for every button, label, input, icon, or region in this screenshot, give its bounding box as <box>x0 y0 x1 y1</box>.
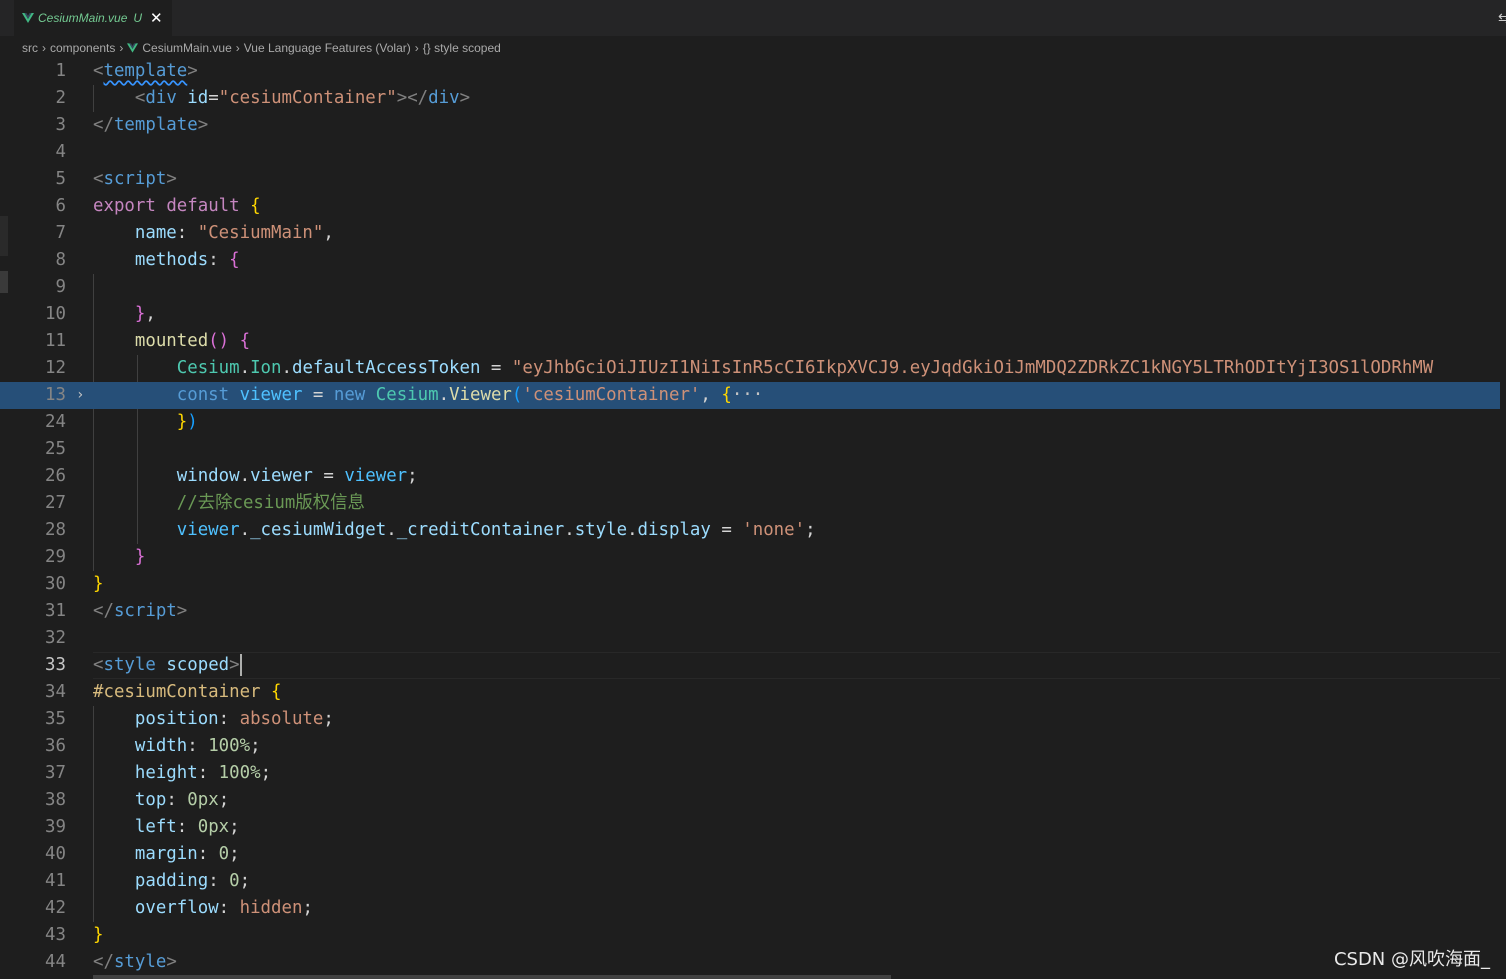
code-line[interactable]: 32 <box>0 625 1500 652</box>
split-editor-icon[interactable]: ⇆ <box>1498 10 1506 27</box>
code-line[interactable]: 41 padding: 0; <box>0 868 1500 895</box>
code-line[interactable]: 40 margin: 0; <box>0 841 1500 868</box>
code-line[interactable]: 39 left: 0px; <box>0 814 1500 841</box>
code-line[interactable]: 1 <template> <box>0 58 1500 85</box>
code-line[interactable]: 31 </script> <box>0 598 1500 625</box>
code-line[interactable]: 24 }) <box>0 409 1500 436</box>
code-line[interactable]: 29 } <box>0 544 1500 571</box>
vue-file-icon <box>127 43 139 53</box>
code-line[interactable]: 37 height: 100%; <box>0 760 1500 787</box>
code-line[interactable]: 27 //去除cesium版权信息 <box>0 490 1500 517</box>
code-line[interactable]: 4 <box>0 139 1500 166</box>
close-icon[interactable]: ✕ <box>150 9 163 27</box>
watermark: CSDN @风吹海面_ <box>1333 949 1490 970</box>
code-line[interactable]: 2 <div id="cesiumContainer"></div> <box>0 85 1500 112</box>
code-line[interactable]: 34 #cesiumContainer { <box>0 679 1500 706</box>
editor-tab[interactable]: CesiumMain.vue U ✕ <box>14 0 172 36</box>
code-line[interactable]: 25 <box>0 436 1500 463</box>
tab-filename: CesiumMain.vue <box>38 11 128 25</box>
chevron-right-icon: › <box>42 41 46 55</box>
breadcrumb-language[interactable]: Vue Language Features (Volar) <box>244 41 411 55</box>
code-line[interactable]: 6 export default { <box>0 193 1500 220</box>
code-line[interactable]: 42 overflow: hidden; <box>0 895 1500 922</box>
code-line[interactable]: 5 <script> <box>0 166 1500 193</box>
code-line[interactable]: 26 window.viewer = viewer; <box>0 463 1500 490</box>
code-line[interactable]: 11 mounted() { <box>0 328 1500 355</box>
chevron-right-icon: › <box>119 41 124 55</box>
fold-ellipsis[interactable]: ··· <box>732 385 763 405</box>
code-line[interactable]: 7 name: "CesiumMain", <box>0 220 1500 247</box>
tab-git-status: U <box>133 11 143 25</box>
chevron-right-icon: › <box>235 41 240 55</box>
breadcrumb: src › components › CesiumMain.vue › Vue … <box>22 38 501 58</box>
access-token-string: "eyJhbGciOiJIUzI1NiIsInR5cCI6IkpXVCJ9.ey… <box>511 358 1434 378</box>
breadcrumb-components[interactable]: components <box>50 41 115 55</box>
code-line[interactable]: 8 methods: { <box>0 247 1500 274</box>
text-cursor <box>239 654 242 676</box>
code-line[interactable]: 30} <box>0 571 1500 598</box>
code-line[interactable]: 3 </template> <box>0 112 1500 139</box>
breadcrumb-src[interactable]: src <box>22 41 38 55</box>
breadcrumb-symbol[interactable]: {} style scoped <box>423 41 501 55</box>
breadcrumb-file[interactable]: CesiumMain.vue <box>142 41 231 55</box>
chevron-right-icon[interactable]: › <box>76 382 84 409</box>
code-line[interactable]: 12 Cesium.Ion.defaultAccessToken = "eyJh… <box>0 355 1500 382</box>
code-line-active[interactable]: 33 <style scoped> <box>0 652 1500 679</box>
code-line[interactable]: 43} <box>0 922 1500 949</box>
code-line-folded[interactable]: 13 › const viewer = new Cesium.Viewer('ce… <box>0 382 1500 409</box>
chevron-right-icon: › <box>414 41 419 55</box>
horizontal-scrollbar[interactable] <box>93 975 891 979</box>
code-line[interactable]: 36 width: 100%; <box>0 733 1500 760</box>
code-line[interactable]: 44 </style> <box>0 949 1500 976</box>
code-line[interactable]: 9 <box>0 274 1500 301</box>
tab-bar: CesiumMain.vue U ✕ ⇆ <box>0 0 1506 36</box>
code-line[interactable]: 35 position: absolute; <box>0 706 1500 733</box>
code-line[interactable]: 38 top: 0px; <box>0 787 1500 814</box>
code-editor[interactable]: 1 <template> 2 <div id="cesiumContainer">… <box>0 58 1500 979</box>
code-comment: //去除cesium版权信息 <box>176 493 365 513</box>
code-line[interactable]: 10 }, <box>0 301 1500 328</box>
code-line[interactable]: 28 viewer._cesiumWidget._creditContainer… <box>0 517 1500 544</box>
vue-file-icon <box>22 13 34 23</box>
